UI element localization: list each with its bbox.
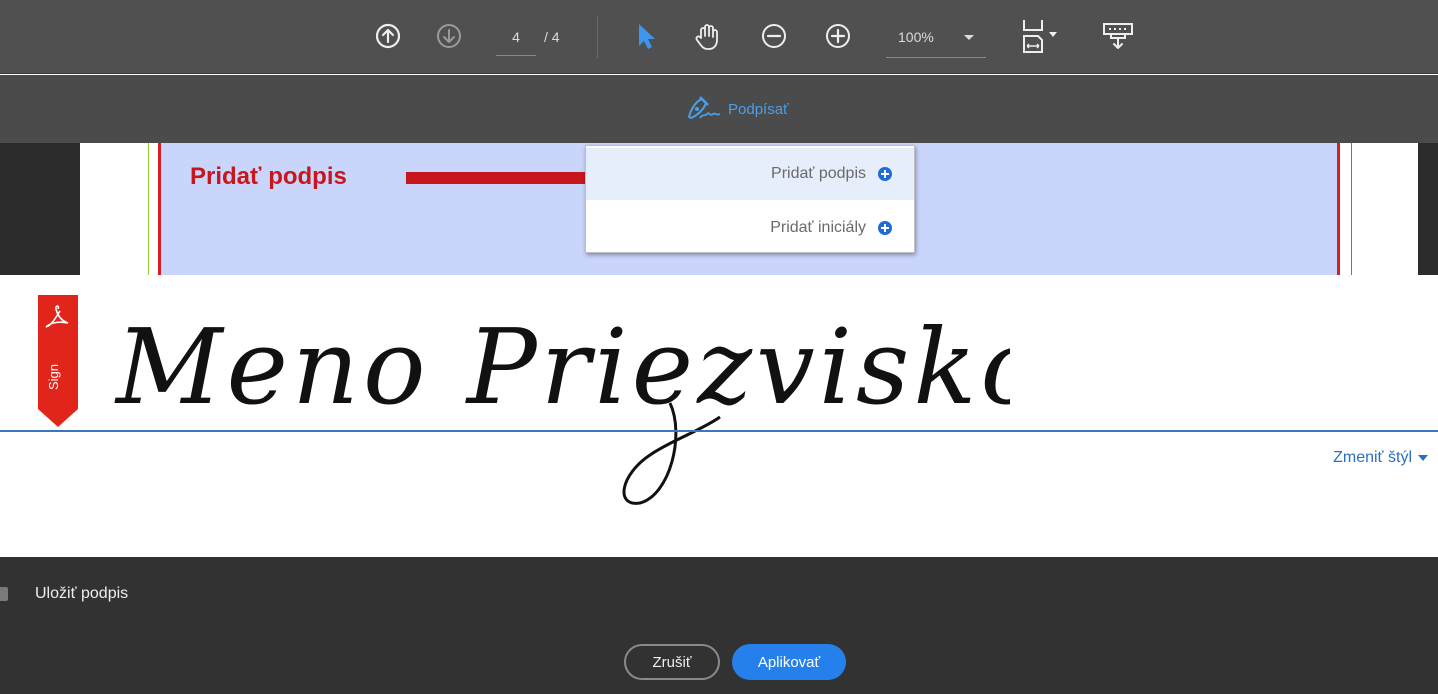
sign-button[interactable]: Podpísať — [686, 95, 789, 123]
menu-item-add-initials[interactable]: Pridať iniciály — [586, 202, 914, 254]
zoom-level: 100% — [898, 29, 934, 45]
plus-circle-icon — [878, 167, 892, 181]
cancel-button[interactable]: Zrušiť — [624, 644, 720, 680]
menu-item-add-signature[interactable]: Pridať podpis — [586, 148, 914, 200]
apply-button[interactable]: Aplikovať — [732, 644, 846, 680]
page-margin-line — [148, 143, 149, 275]
plus-circle-icon[interactable] — [820, 18, 856, 54]
pointer-icon[interactable] — [628, 18, 664, 54]
sign-bar: Podpísať — [0, 75, 1438, 143]
save-signature-checkbox[interactable] — [0, 587, 8, 601]
sign-dropdown-menu: Pridať podpis Pridať iniciály — [585, 145, 915, 253]
change-style-label: Zmeniť štýl — [1333, 449, 1412, 466]
scroll-mode-icon[interactable] — [1098, 18, 1138, 54]
fit-page-icon[interactable] — [1012, 18, 1072, 54]
arrow-down-circle-icon[interactable] — [431, 18, 467, 54]
arrow-up-circle-icon[interactable] — [370, 18, 406, 54]
page-total: / 4 — [544, 29, 560, 45]
page-number-input[interactable]: 4 — [496, 26, 536, 56]
signature-text: Meno Priezvisko — [114, 306, 1010, 428]
ribbon-text: Sign — [46, 364, 61, 390]
signature-preview[interactable]: Meno Priezvisko — [110, 285, 1010, 517]
signature-baseline — [0, 430, 1438, 432]
chevron-down-icon — [964, 35, 974, 40]
bottom-bar: Uložiť podpis Zrušiť Aplikovať — [0, 557, 1438, 694]
menu-item-label: Pridať podpis — [771, 165, 866, 182]
change-style-dropdown[interactable]: Zmeniť štýl — [1333, 449, 1428, 467]
top-toolbar: 4 / 4 100% — [0, 0, 1438, 74]
plus-circle-icon — [878, 221, 892, 235]
sign-label: Podpísať — [728, 100, 789, 118]
chevron-down-icon — [1418, 455, 1428, 461]
annotation-label: Pridať podpis — [190, 163, 347, 190]
zoom-select[interactable]: 100% — [886, 26, 986, 58]
page-edge-line — [1351, 143, 1352, 275]
sign-ribbon: Sign — [38, 295, 78, 427]
sign-pen-icon — [686, 93, 722, 125]
minus-circle-icon[interactable] — [756, 18, 792, 54]
hand-icon[interactable] — [690, 18, 726, 54]
save-signature-label: Uložiť podpis — [35, 585, 129, 602]
toolbar-divider — [597, 16, 598, 58]
signature-panel: Sign Meno Priezvisko Zmeniť štýl — [0, 275, 1438, 557]
menu-item-label: Pridať iniciály — [770, 219, 866, 236]
